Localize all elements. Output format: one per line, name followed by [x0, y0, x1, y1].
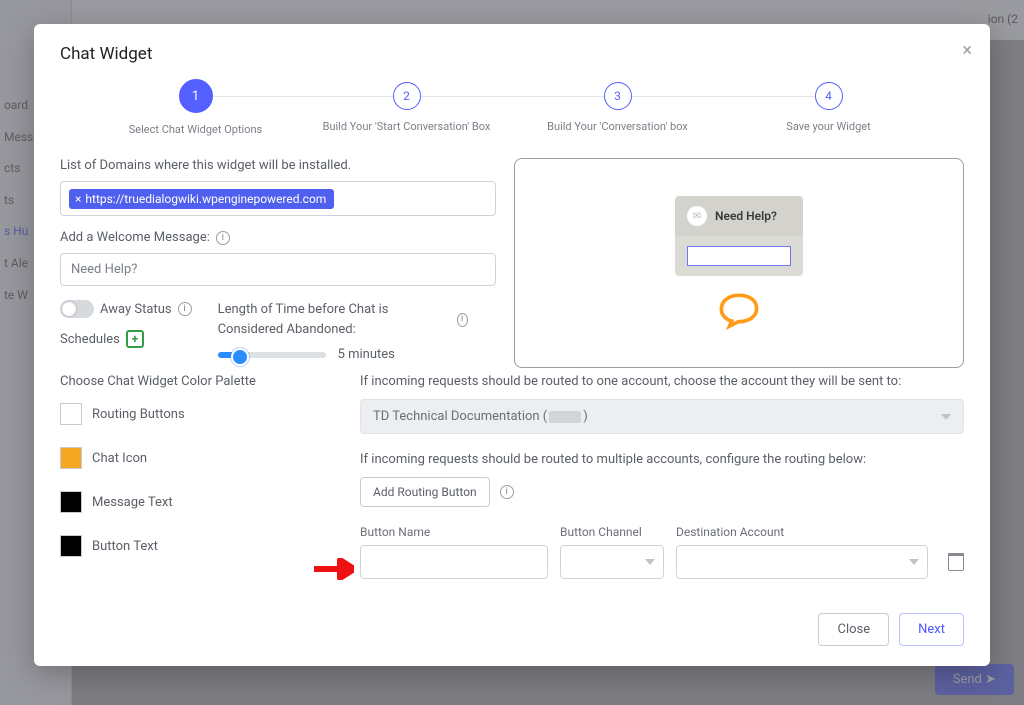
chevron-down-icon	[909, 559, 919, 565]
destination-account-select[interactable]	[676, 545, 928, 579]
away-status-row: Away Status i	[60, 300, 192, 318]
welcome-message-input[interactable]	[60, 253, 496, 286]
step-4[interactable]: 4 Save your Widget	[723, 82, 934, 133]
palette-button-text[interactable]: Button Text	[60, 535, 360, 557]
color-swatch[interactable]	[60, 491, 82, 513]
info-icon[interactable]: i	[500, 485, 514, 499]
away-status-label: Away Status	[100, 302, 172, 317]
button-name-input[interactable]	[360, 545, 548, 579]
button-channel-select[interactable]	[560, 545, 664, 579]
info-icon[interactable]: i	[457, 313, 468, 327]
swatch-label: Chat Icon	[92, 451, 147, 466]
abandon-value: 5 minutes	[338, 347, 395, 362]
chevron-down-icon	[645, 559, 655, 565]
swatch-label: Message Text	[92, 495, 173, 510]
abandon-time-slider[interactable]	[218, 352, 326, 358]
col-button-name: Button Name	[360, 525, 548, 539]
info-icon[interactable]: i	[178, 302, 192, 316]
palette-chat-icon[interactable]: Chat Icon	[60, 447, 360, 469]
color-swatch[interactable]	[60, 447, 82, 469]
swatch-label: Routing Buttons	[92, 407, 185, 422]
domain-chip-text: https://truedialogwiki.wpenginepowered.c…	[85, 192, 326, 206]
mail-icon: ✉	[687, 206, 707, 226]
schedules-label: Schedules	[60, 332, 120, 347]
away-status-toggle[interactable]	[60, 300, 94, 318]
schedules-row: Schedules	[60, 330, 192, 348]
step-label: Build Your 'Start Conversation' Box	[301, 120, 512, 133]
step-number: 3	[604, 82, 632, 110]
abandon-label: Length of Time before Chat is Considered…	[218, 300, 468, 339]
chat-widget-modal: Chat Widget × 1 Select Chat Widget Optio…	[34, 24, 990, 666]
preview-title: Need Help?	[715, 209, 777, 223]
color-swatch[interactable]	[60, 535, 82, 557]
domains-input[interactable]: × https://truedialogwiki.wpenginepowered…	[60, 181, 496, 216]
routing-multi-label: If incoming requests should be routed to…	[360, 452, 964, 467]
close-button[interactable]: Close	[818, 613, 889, 646]
step-2[interactable]: 2 Build Your 'Start Conversation' Box	[301, 82, 512, 133]
welcome-label: Add a Welcome Message: i	[60, 230, 496, 245]
annotation-arrow	[314, 558, 354, 580]
step-label: Save your Widget	[723, 120, 934, 133]
info-icon[interactable]: i	[216, 231, 230, 245]
trash-icon[interactable]	[948, 553, 964, 571]
close-icon[interactable]: ×	[962, 40, 972, 61]
swatch-label: Button Text	[92, 539, 158, 554]
step-label: Select Chat Widget Options	[90, 123, 301, 136]
step-1[interactable]: 1 Select Chat Widget Options	[90, 82, 301, 136]
step-number: 2	[393, 82, 421, 110]
step-indicator: 1 Select Chat Widget Options 2 Build You…	[90, 82, 934, 136]
preview-popup: ✉ Need Help?	[675, 196, 803, 276]
palette-routing-buttons[interactable]: Routing Buttons	[60, 403, 360, 425]
preview-input	[687, 246, 791, 266]
step-number: 1	[179, 79, 213, 113]
domain-chip[interactable]: × https://truedialogwiki.wpenginepowered…	[69, 189, 334, 209]
routing-single-label: If incoming requests should be routed to…	[360, 374, 964, 389]
domains-label: List of Domains where this widget will b…	[60, 158, 496, 173]
next-button[interactable]: Next	[899, 613, 964, 646]
col-button-channel: Button Channel	[560, 525, 664, 539]
widget-preview: ✉ Need Help?	[514, 158, 964, 368]
chat-bubble-icon	[717, 290, 761, 330]
calendar-add-icon[interactable]	[126, 330, 144, 348]
chevron-down-icon	[941, 414, 951, 420]
palette-message-text[interactable]: Message Text	[60, 491, 360, 513]
routing-account-select[interactable]: TD Technical Documentation ()	[360, 399, 964, 434]
modal-title: Chat Widget	[60, 44, 964, 64]
add-routing-button[interactable]: Add Routing Button	[360, 477, 490, 507]
routing-account-value: TD Technical Documentation ()	[373, 409, 588, 424]
step-label: Build Your 'Conversation' box	[512, 120, 723, 133]
col-destination-account: Destination Account	[676, 525, 964, 539]
color-swatch[interactable]	[60, 403, 82, 425]
step-3[interactable]: 3 Build Your 'Conversation' box	[512, 82, 723, 133]
palette-heading: Choose Chat Widget Color Palette	[60, 374, 360, 389]
chip-remove-icon[interactable]: ×	[75, 192, 81, 206]
redacted-text	[549, 411, 581, 423]
step-number: 4	[815, 82, 843, 110]
